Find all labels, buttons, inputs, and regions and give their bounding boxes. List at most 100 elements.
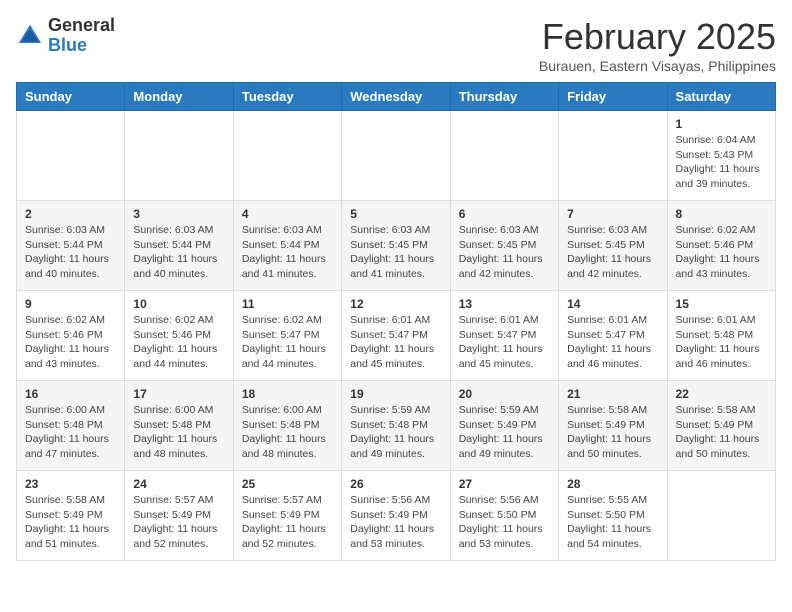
day-number: 13: [459, 297, 550, 311]
day-number: 24: [133, 477, 224, 491]
day-info: Sunrise: 6:01 AM Sunset: 5:47 PM Dayligh…: [567, 313, 658, 372]
page-header: General Blue February 2025 Burauen, East…: [16, 16, 776, 74]
calendar-cell: 10 Sunrise: 6:02 AM Sunset: 5:46 PM Dayli…: [125, 291, 233, 381]
day-info: Sunrise: 6:03 AM Sunset: 5:44 PM Dayligh…: [242, 223, 333, 282]
day-info: Sunrise: 6:03 AM Sunset: 5:44 PM Dayligh…: [25, 223, 116, 282]
day-number: 10: [133, 297, 224, 311]
day-number: 16: [25, 387, 116, 401]
calendar-cell: [559, 111, 667, 201]
calendar-cell: 17 Sunrise: 6:00 AM Sunset: 5:48 PM Dayli…: [125, 381, 233, 471]
calendar-cell: 8 Sunrise: 6:02 AM Sunset: 5:46 PM Daylig…: [667, 201, 775, 291]
calendar-cell: 22 Sunrise: 5:58 AM Sunset: 5:49 PM Dayli…: [667, 381, 775, 471]
calendar-cell: 13 Sunrise: 6:01 AM Sunset: 5:47 PM Dayli…: [450, 291, 558, 381]
day-number: 23: [25, 477, 116, 491]
calendar-week-row: 9Sunrise: 6:02 AM Sunset: 5:46 PM Daylig…: [17, 291, 776, 381]
day-info: Sunrise: 6:02 AM Sunset: 5:46 PM Dayligh…: [133, 313, 224, 372]
calendar-cell: 9Sunrise: 6:02 AM Sunset: 5:46 PM Daylig…: [17, 291, 125, 381]
day-number: 21: [567, 387, 658, 401]
day-number: 14: [567, 297, 658, 311]
day-info: Sunrise: 6:02 AM Sunset: 5:46 PM Dayligh…: [25, 313, 116, 372]
day-info: Sunrise: 5:55 AM Sunset: 5:50 PM Dayligh…: [567, 493, 658, 552]
location-title: Burauen, Eastern Visayas, Philippines: [539, 58, 776, 74]
day-info: Sunrise: 6:04 AM Sunset: 5:43 PM Dayligh…: [676, 133, 767, 192]
day-number: 18: [242, 387, 333, 401]
day-number: 27: [459, 477, 550, 491]
day-number: 1: [676, 117, 767, 131]
day-info: Sunrise: 5:58 AM Sunset: 5:49 PM Dayligh…: [25, 493, 116, 552]
day-info: Sunrise: 6:02 AM Sunset: 5:46 PM Dayligh…: [676, 223, 767, 282]
day-info: Sunrise: 6:01 AM Sunset: 5:47 PM Dayligh…: [459, 313, 550, 372]
calendar-cell: 2 Sunrise: 6:03 AM Sunset: 5:44 PM Daylig…: [17, 201, 125, 291]
calendar-day-header: Wednesday: [342, 83, 450, 111]
day-info: Sunrise: 6:03 AM Sunset: 5:45 PM Dayligh…: [567, 223, 658, 282]
calendar-cell: [233, 111, 341, 201]
calendar-cell: 24 Sunrise: 5:57 AM Sunset: 5:49 PM Dayli…: [125, 471, 233, 561]
day-info: Sunrise: 5:59 AM Sunset: 5:49 PM Dayligh…: [459, 403, 550, 462]
day-info: Sunrise: 6:01 AM Sunset: 5:47 PM Dayligh…: [350, 313, 441, 372]
calendar-cell: 15Sunrise: 6:01 AM Sunset: 5:48 PM Dayli…: [667, 291, 775, 381]
day-info: Sunrise: 6:02 AM Sunset: 5:47 PM Dayligh…: [242, 313, 333, 372]
day-number: 22: [676, 387, 767, 401]
day-info: Sunrise: 5:56 AM Sunset: 5:50 PM Dayligh…: [459, 493, 550, 552]
calendar-cell: 26Sunrise: 5:56 AM Sunset: 5:49 PM Dayli…: [342, 471, 450, 561]
calendar-cell: 6Sunrise: 6:03 AM Sunset: 5:45 PM Daylig…: [450, 201, 558, 291]
calendar-cell: 5Sunrise: 6:03 AM Sunset: 5:45 PM Daylig…: [342, 201, 450, 291]
logo-icon: [16, 22, 44, 50]
calendar-cell: [342, 111, 450, 201]
day-number: 8: [676, 207, 767, 221]
logo-general-text: General: [48, 16, 115, 36]
calendar-cell: 28 Sunrise: 5:55 AM Sunset: 5:50 PM Dayli…: [559, 471, 667, 561]
calendar-cell: [450, 111, 558, 201]
calendar-cell: 19 Sunrise: 5:59 AM Sunset: 5:48 PM Dayli…: [342, 381, 450, 471]
day-number: 11: [242, 297, 333, 311]
calendar-day-header: Sunday: [17, 83, 125, 111]
calendar-day-header: Friday: [559, 83, 667, 111]
day-number: 26: [350, 477, 441, 491]
calendar-cell: 25 Sunrise: 5:57 AM Sunset: 5:49 PM Dayli…: [233, 471, 341, 561]
title-area: February 2025 Burauen, Eastern Visayas, …: [539, 16, 776, 74]
day-number: 4: [242, 207, 333, 221]
day-info: Sunrise: 5:58 AM Sunset: 5:49 PM Dayligh…: [567, 403, 658, 462]
day-info: Sunrise: 5:58 AM Sunset: 5:49 PM Dayligh…: [676, 403, 767, 462]
calendar-week-row: 16 Sunrise: 6:00 AM Sunset: 5:48 PM Dayli…: [17, 381, 776, 471]
day-info: Sunrise: 5:57 AM Sunset: 5:49 PM Dayligh…: [242, 493, 333, 552]
logo-blue-text: Blue: [48, 36, 115, 56]
calendar-day-header: Saturday: [667, 83, 775, 111]
day-number: 19: [350, 387, 441, 401]
calendar-day-header: Monday: [125, 83, 233, 111]
calendar-cell: 3Sunrise: 6:03 AM Sunset: 5:44 PM Daylig…: [125, 201, 233, 291]
calendar-table: SundayMondayTuesdayWednesdayThursdayFrid…: [16, 82, 776, 561]
calendar-cell: 21 Sunrise: 5:58 AM Sunset: 5:49 PM Dayli…: [559, 381, 667, 471]
day-number: 2: [25, 207, 116, 221]
day-info: Sunrise: 6:03 AM Sunset: 5:44 PM Dayligh…: [133, 223, 224, 282]
calendar-cell: 16 Sunrise: 6:00 AM Sunset: 5:48 PM Dayli…: [17, 381, 125, 471]
calendar-cell: 14 Sunrise: 6:01 AM Sunset: 5:47 PM Dayli…: [559, 291, 667, 381]
day-info: Sunrise: 6:01 AM Sunset: 5:48 PM Dayligh…: [676, 313, 767, 372]
day-number: 12: [350, 297, 441, 311]
calendar-cell: 12 Sunrise: 6:01 AM Sunset: 5:47 PM Dayli…: [342, 291, 450, 381]
calendar-cell: 18Sunrise: 6:00 AM Sunset: 5:48 PM Dayli…: [233, 381, 341, 471]
day-info: Sunrise: 5:59 AM Sunset: 5:48 PM Dayligh…: [350, 403, 441, 462]
calendar-week-row: 23 Sunrise: 5:58 AM Sunset: 5:49 PM Dayli…: [17, 471, 776, 561]
day-info: Sunrise: 6:00 AM Sunset: 5:48 PM Dayligh…: [133, 403, 224, 462]
calendar-cell: 11 Sunrise: 6:02 AM Sunset: 5:47 PM Dayli…: [233, 291, 341, 381]
calendar-cell: 20Sunrise: 5:59 AM Sunset: 5:49 PM Dayli…: [450, 381, 558, 471]
day-info: Sunrise: 6:03 AM Sunset: 5:45 PM Dayligh…: [459, 223, 550, 282]
logo-text: General Blue: [48, 16, 115, 56]
calendar-cell: 23 Sunrise: 5:58 AM Sunset: 5:49 PM Dayli…: [17, 471, 125, 561]
month-title: February 2025: [539, 16, 776, 58]
calendar-cell: 7 Sunrise: 6:03 AM Sunset: 5:45 PM Daylig…: [559, 201, 667, 291]
day-number: 5: [350, 207, 441, 221]
calendar-day-header: Tuesday: [233, 83, 341, 111]
day-number: 25: [242, 477, 333, 491]
day-info: Sunrise: 5:57 AM Sunset: 5:49 PM Dayligh…: [133, 493, 224, 552]
day-info: Sunrise: 6:00 AM Sunset: 5:48 PM Dayligh…: [25, 403, 116, 462]
calendar-day-header: Thursday: [450, 83, 558, 111]
calendar-cell: 27 Sunrise: 5:56 AM Sunset: 5:50 PM Dayli…: [450, 471, 558, 561]
day-number: 7: [567, 207, 658, 221]
day-number: 28: [567, 477, 658, 491]
calendar-cell: 4 Sunrise: 6:03 AM Sunset: 5:44 PM Daylig…: [233, 201, 341, 291]
day-number: 17: [133, 387, 224, 401]
calendar-cell: [667, 471, 775, 561]
calendar-week-row: 1 Sunrise: 6:04 AM Sunset: 5:43 PM Daylig…: [17, 111, 776, 201]
